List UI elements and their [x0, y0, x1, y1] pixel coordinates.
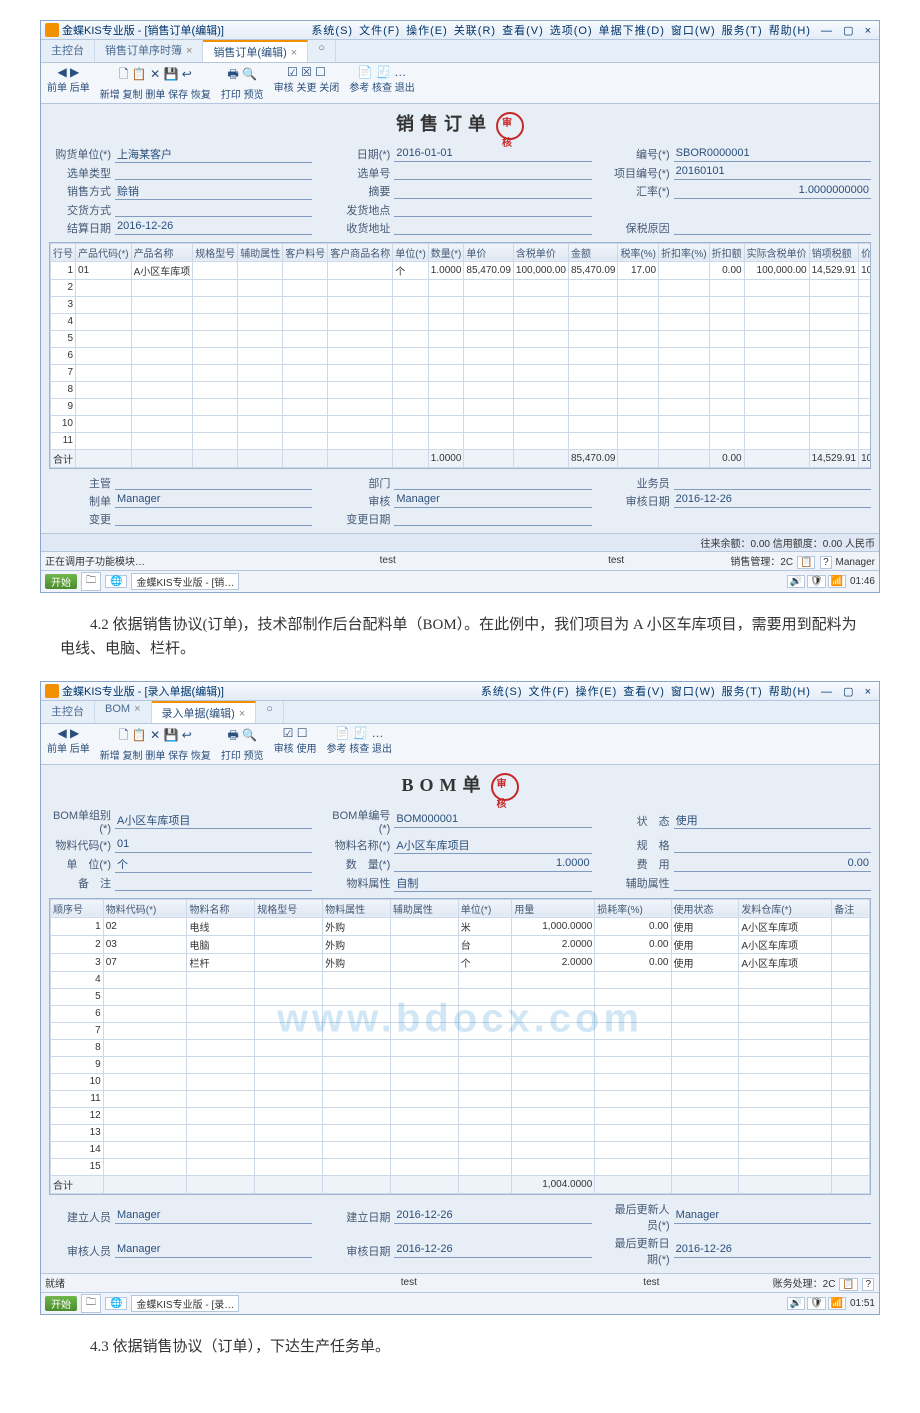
tray-icon[interactable]: 📶: [828, 575, 846, 588]
app-icon: [45, 23, 59, 37]
tab-bom[interactable]: BOM×: [95, 701, 152, 723]
help-icon[interactable]: ?: [820, 556, 832, 569]
tab-bar: 主控台 BOM× 录入单据(编辑)× ○: [41, 701, 879, 724]
tab-new[interactable]: ○: [256, 701, 284, 723]
tab-edit[interactable]: 录入单据(编辑)×: [152, 701, 257, 723]
tray-icon[interactable]: 🛡: [807, 1297, 826, 1310]
title-bar: 金蝶KIS专业版 - [销售订单(编辑)] 系统(S)文件(F)操作(E)关联(…: [41, 21, 879, 40]
menu-bar[interactable]: 系统(S)文件(F)操作(E)关联(R)查看(V)选项(O)单据下推(D)窗口(…: [224, 22, 875, 38]
window-title: 金蝶KIS专业版 - [录入单据(编辑)]: [62, 683, 224, 699]
tab-close-icon[interactable]: ×: [186, 45, 192, 57]
paragraph: 4.3 依据销售协议（订单），下达生产任务单。: [60, 1335, 860, 1359]
help-icon[interactable]: ?: [862, 1278, 874, 1291]
badge-icon: 📋: [839, 1278, 857, 1291]
doc-title: BOM单审核: [49, 771, 871, 801]
line-grid[interactable]: 顺序号物料代码(*)物料名称规格型号物料属性辅助属性单位(*)用量损耗率(%)使…: [49, 898, 871, 1195]
app-icon: [45, 684, 59, 698]
audit-stamp-icon: 审核: [496, 112, 524, 140]
tab-main[interactable]: 主控台: [41, 40, 95, 62]
menu-bar[interactable]: 系统(S)文件(F)操作(E)查看(V)窗口(W)服务(T)帮助(H) — ▢ …: [224, 683, 875, 699]
close-icon[interactable]: ×: [865, 25, 872, 37]
table-row: 307栏杆外购个2.00000.00使用A小区车库项: [51, 953, 870, 971]
toolbar: ◀ ▶前单 后单 🗋 📋 ✕ 💾 ↩新增 复制 删单 保存 恢复 🖶 🔍打印 预…: [41, 63, 879, 104]
date-field[interactable]: 2016-01-01: [394, 147, 591, 162]
taskbar-app[interactable]: 金蝶KIS专业版 - [录…: [131, 1295, 239, 1312]
clock: 01:46: [850, 576, 875, 587]
header-form: 购货单位(*)上海某客户 日期(*)2016-01-01 编号(*)SBOR00…: [49, 146, 871, 236]
start-button[interactable]: 开始: [45, 574, 77, 589]
maximize-icon[interactable]: ▢: [843, 25, 854, 37]
close-icon[interactable]: ×: [865, 686, 872, 698]
window-title: 金蝶KIS专业版 - [销售订单(编辑)]: [62, 22, 224, 38]
tray-icon[interactable]: 📶: [828, 1297, 846, 1310]
table-row: 203电脑外购台2.00000.00使用A小区车库项: [51, 935, 870, 953]
tab-close-icon[interactable]: ×: [291, 47, 297, 59]
tab-new[interactable]: ○: [308, 40, 336, 62]
table-row: 101A小区车库项个1.000085,470.09100,000.0085,47…: [51, 261, 872, 279]
tray-icon[interactable]: 🌐: [105, 575, 127, 588]
taskbar-app[interactable]: 金蝶KIS专业版 - [销…: [131, 573, 239, 590]
line-grid[interactable]: 行号产品代码(*)产品名称规格型号辅助属性客户料号客户商品名称单位(*)数量(*…: [49, 242, 871, 469]
tray-icon[interactable]: 🛡: [807, 575, 826, 588]
tab-list[interactable]: 销售订单序时簿×: [95, 40, 203, 62]
tab-close-icon[interactable]: ×: [134, 703, 140, 715]
tab-main[interactable]: 主控台: [41, 701, 95, 723]
footer-form: 建立人员Manager 建立日期2016-12-26 最后更新人员(*)Mana…: [49, 1201, 871, 1267]
header-form: BOM单组别(*)A小区车库项目 BOM单编号(*)BOM000001 状 态使…: [49, 807, 871, 892]
minimize-icon[interactable]: —: [821, 25, 833, 37]
tab-close-icon[interactable]: ×: [239, 708, 245, 720]
tray-icon[interactable]: 🔊: [787, 575, 805, 588]
tray-icon[interactable]: 🔊: [787, 1297, 805, 1310]
doc-title: 销售订单审核: [49, 110, 871, 140]
tray-icon[interactable]: 🗀: [81, 572, 101, 591]
customer-field[interactable]: 上海某客户: [115, 146, 312, 163]
minimize-icon[interactable]: —: [821, 686, 833, 698]
audit-stamp-icon: 审核: [491, 773, 519, 801]
footer-form: 主管 部门 业务员 制单Manager 审核Manager 审核日期2016-1…: [49, 475, 871, 527]
table-row: 102电线外购米1,000.00000.00使用A小区车库项: [51, 917, 870, 935]
tray-icon[interactable]: 🌐: [105, 1297, 127, 1310]
tray-icon[interactable]: 🗀: [81, 1294, 101, 1313]
status-text: 正在调用子功能模块…: [45, 553, 273, 568]
tab-edit[interactable]: 销售订单(编辑)×: [203, 40, 308, 62]
number-field[interactable]: SBOR0000001: [674, 147, 871, 162]
credit-bar: 往来余额：0.00 信用额度：0.00 人民币: [701, 535, 875, 550]
toolbar: ◀ ▶前单 后单 🗋 📋 ✕ 💾 ↩新增 复制 删单 保存 恢复 🖶 🔍打印 预…: [41, 724, 879, 765]
clock: 01:51: [850, 1298, 875, 1309]
tab-bar: 主控台 销售订单序时簿× 销售订单(编辑)× ○: [41, 40, 879, 63]
title-bar: 金蝶KIS专业版 - [录入单据(编辑)] 系统(S)文件(F)操作(E)查看(…: [41, 682, 879, 701]
status-text: 就绪: [45, 1275, 288, 1290]
maximize-icon[interactable]: ▢: [843, 686, 854, 698]
paragraph: 4.2 依据销售协议(订单)，技术部制作后台配料单（BOM）。在此例中，我们项目…: [60, 613, 860, 661]
start-button[interactable]: 开始: [45, 1296, 77, 1311]
badge-icon: 📋: [797, 556, 815, 569]
